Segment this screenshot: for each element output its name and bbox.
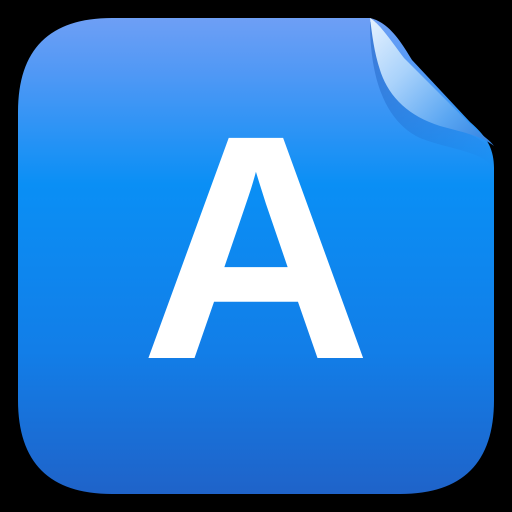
letter-a-glyph: A (140, 68, 371, 426)
document-icon: A (18, 18, 494, 494)
app-icon: A (0, 0, 512, 512)
